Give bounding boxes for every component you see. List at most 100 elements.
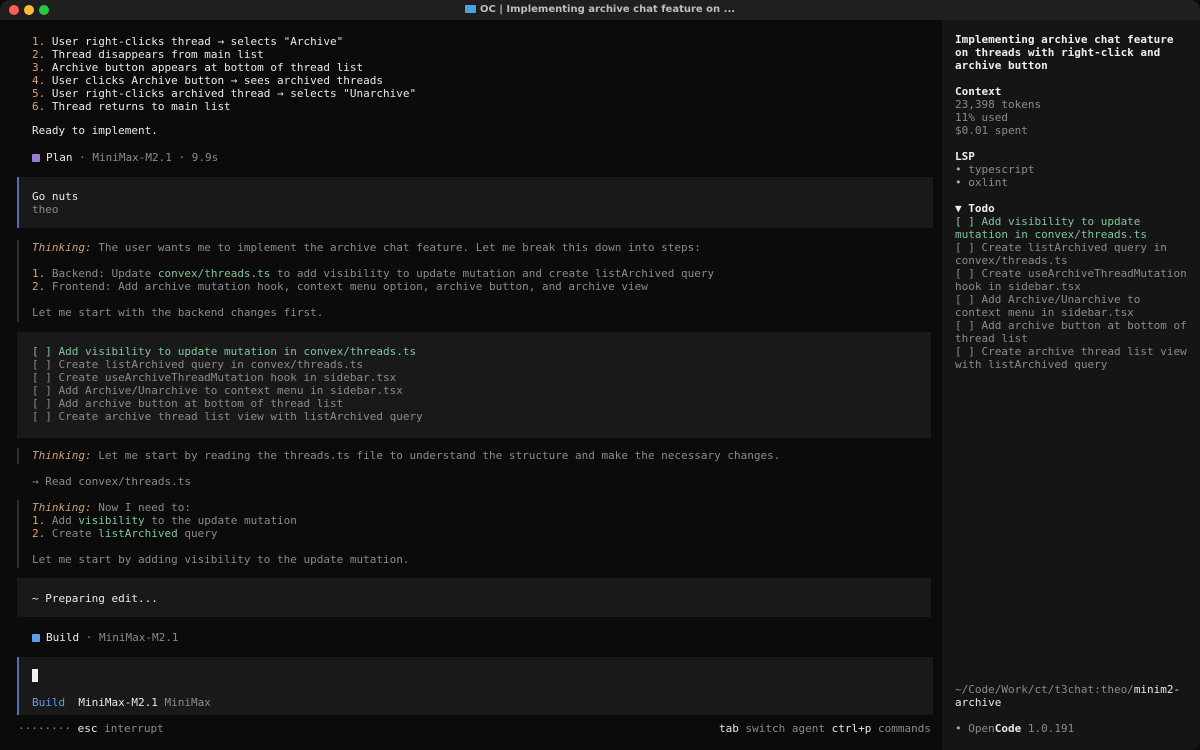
lsp-item: • oxlint [955,176,1187,189]
sidebar-todo-item: [ ] Add visibility to update mutation in… [955,215,1148,241]
step-number: 6. [32,100,46,113]
build-meta: Build · MiniMax-M2.1 [32,631,178,644]
code-reference: listArchived [98,527,178,540]
thinking-body: Let me start by reading the threads.ts f… [91,449,781,462]
todo-heading-toggle[interactable]: ▼ Todo [955,202,1187,215]
step-number: 1. [32,35,46,48]
sidebar-todo-item: [ ] Add Archive/Unarchive to context men… [955,293,1148,319]
path-prefix: ~/Code/Work/ct/t3chat:theo/ [955,683,1134,696]
thinking-tail: Let me start by adding visibility to the… [32,553,410,566]
plan-label: Plan [46,151,73,164]
todo-item: [ ] Create useArchiveThreadMutation hook… [32,371,397,384]
list-item: 1. User right-clicks thread → selects "A… [32,35,343,48]
step-text: Thread returns to main list [51,100,231,113]
provider-name: MiniMax [164,696,211,709]
step-number: 2. [32,280,46,293]
terminal-window: OC | Implementing archive chat feature o… [0,0,1200,750]
step-number: 1. [32,514,46,527]
plan-agent-icon [32,154,40,162]
code-reference: convex/threads.ts [157,267,271,280]
plan-meta: Plan · MiniMax-M2.1 · 9.9s [32,151,218,164]
thinking-text: Thinking: Now I need to: [32,501,191,514]
step-text: User right-clicks archived thread → sele… [51,87,417,100]
thinking-body: The user wants me to implement the archi… [91,241,701,254]
build-agent-icon [32,634,40,642]
token-count: 23,398 tokens [955,98,1042,111]
preparing-edit-text: ~ Preparing edit... [32,592,158,605]
step-text: User right-clicks thread → selects "Arch… [51,35,344,48]
thinking-rail [17,240,19,322]
thinking-text: Thinking: Let me start by reading the th… [32,449,780,462]
prompt-status: Build MiniMax-M2.1 MiniMax [32,696,211,709]
todo-item: [ ] Add Archive/Unarchive to context men… [32,384,403,397]
build-label: Build [46,631,80,644]
commands-key: ctrl+p [831,722,872,735]
thinking-body: query [177,527,218,540]
list-item: 1. Backend: Update convex/threads.ts to … [32,267,714,280]
chat-transcript[interactable]: 1. User right-clicks thread → selects "A… [0,20,942,720]
lsp-heading: LSP [955,150,975,163]
thinking-rail [17,500,19,568]
code-reference: visibility [78,514,145,527]
thinking-body: Backend: Update [45,267,158,280]
step-text: Archive button appears at bottom of thre… [51,61,364,74]
status-dot: • [955,722,962,735]
build-model: MiniMax-M2.1 [99,631,179,644]
app-name-code: Code [994,722,1022,735]
footer-left: ········ esc interrupt [18,722,164,735]
step-number: 1. [32,267,46,280]
text-cursor [32,669,38,682]
list-item: 2. Frontend: Add archive mutation hook, … [32,280,648,293]
user-message [17,177,933,228]
list-item: 4. User clicks Archive button → sees arc… [32,74,383,87]
plan-duration: · 9.9s [171,151,219,164]
sidebar-todo-item: [ ] Create listArchived query in convex/… [955,241,1174,267]
agent-mode[interactable]: Build [32,696,65,709]
todo-item: [ ] Create archive thread list view with… [32,410,423,423]
meta-separator: · [72,151,93,164]
key-hints-bar: ········ esc interrupt tab switch agent … [0,720,942,738]
thinking-body: Frontend: Add archive mutation hook, con… [45,280,648,293]
thinking-body: to add visibility to update mutation and… [270,267,715,280]
thinking-body: Create [45,527,99,540]
lsp-status-dot: • [955,176,962,189]
list-item: 3. Archive button appears at bottom of t… [32,61,363,74]
thinking-body: Add [45,514,79,527]
step-number: 5. [32,87,46,100]
list-item: 1. Add visibility to the update mutation [32,514,297,527]
model-name[interactable]: MiniMax-M2.1 [78,696,157,709]
thinking-text: Thinking: The user wants me to implement… [32,241,701,254]
thinking-label: Thinking: [32,449,92,462]
esc-label: interrupt [97,722,164,735]
lsp-name: typescript [968,163,1035,176]
step-number: 2. [32,48,46,61]
thinking-body: Now I need to: [91,501,191,514]
step-number: 4. [32,74,46,87]
list-item: 2. Thread disappears from main list [32,48,264,61]
step-text: User clicks Archive button → sees archiv… [51,74,384,87]
user-message-author: theo [32,203,59,216]
window-title-text: OC | Implementing archive chat feature o… [479,4,736,15]
user-message-text: Go nuts [32,190,79,203]
working-directory: ~/Code/Work/ct/t3chat:theo/minim2-archiv… [955,683,1187,709]
plan-model: MiniMax-M2.1 [92,151,172,164]
thinking-tail: Let me start with the backend changes fi… [32,306,324,319]
todo-item: [ ] Add visibility to update mutation in… [32,345,417,358]
step-number: 2. [32,527,46,540]
tab-key: tab [719,722,739,735]
footer-right: tab switch agent ctrl+p commands [719,722,931,735]
context-used: 11% used [955,111,1008,124]
thinking-rail [17,448,19,464]
folder-icon [464,5,476,13]
thinking-label: Thinking: [32,501,92,514]
context-heading: Context [955,85,1002,98]
session-title: Implementing archive chat feature on thr… [955,33,1181,72]
session-sidebar: Implementing archive chat feature on thr… [942,20,1200,750]
lsp-status-dot: • [955,163,962,176]
esc-key: esc [77,722,98,735]
thinking-label: Thinking: [32,241,92,254]
list-item: 6. Thread returns to main list [32,100,231,113]
tool-read-line: → Read convex/threads.ts [32,475,191,488]
commands-label: commands [871,722,931,735]
version-number: 1.0.191 [1021,722,1075,735]
